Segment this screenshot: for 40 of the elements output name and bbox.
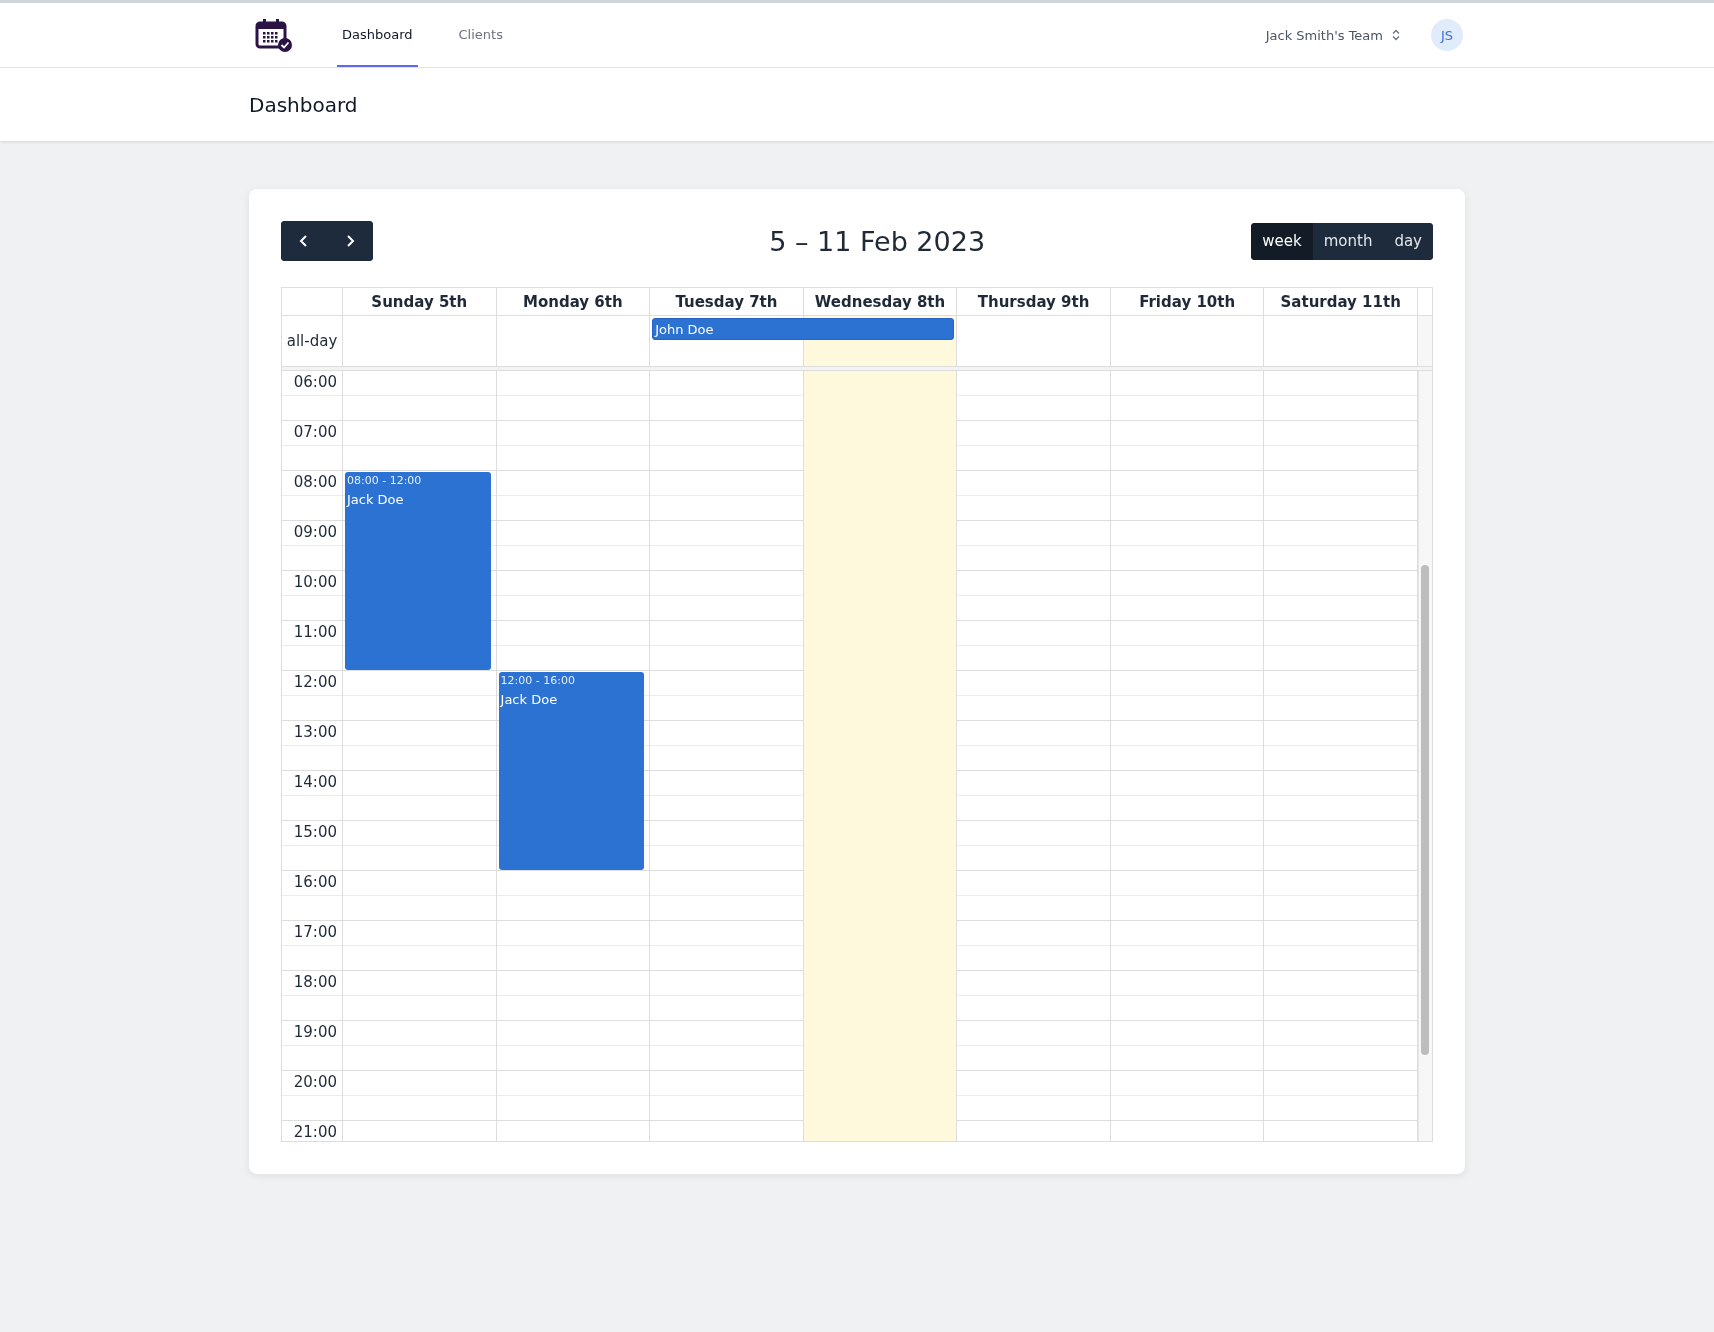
event-time: 12:00 - 16:00 xyxy=(500,674,576,687)
user-avatar[interactable]: JS xyxy=(1431,19,1463,51)
time-label: 17:00 xyxy=(293,923,337,941)
calendar-check-icon[interactable] xyxy=(255,17,293,53)
calendar-title: 5 – 11 Feb 2023 xyxy=(768,225,986,257)
time-label: 07:00 xyxy=(293,423,337,441)
time-label: 12:00 xyxy=(293,673,337,691)
page-title: Dashboard xyxy=(249,92,359,117)
time-label: 08:00 xyxy=(293,473,337,491)
day-header: Wednesday 8th xyxy=(814,292,946,311)
time-label: 14:00 xyxy=(293,773,337,791)
day-header: Tuesday 7th xyxy=(675,292,778,311)
time-label: 06:00 xyxy=(293,373,337,391)
event-time: 08:00 - 12:00 xyxy=(347,474,423,487)
day-header: Thursday 9th xyxy=(977,292,1090,311)
time-label: 21:00 xyxy=(293,1123,337,1141)
time-label: 09:00 xyxy=(293,523,337,541)
chevron-updown-icon xyxy=(1391,29,1401,41)
team-selector[interactable]: Jack Smith's Team xyxy=(1259,3,1407,67)
all-day-event[interactable]: John Doe xyxy=(652,318,955,340)
time-label: 20:00 xyxy=(293,1073,337,1091)
day-header: Monday 6th xyxy=(523,292,623,311)
all-day-label: all-day xyxy=(286,332,338,350)
time-label: 13:00 xyxy=(293,723,337,741)
time-label: 10:00 xyxy=(293,573,337,591)
event-block[interactable]: 12:00 - 16:00 Jack Doe xyxy=(498,672,645,870)
time-label: 18:00 xyxy=(293,973,337,991)
time-label: 15:00 xyxy=(293,823,337,841)
time-label: 16:00 xyxy=(293,873,337,891)
event-title: Jack Doe xyxy=(347,492,405,507)
time-label: 19:00 xyxy=(293,1023,337,1041)
day-header: Sunday 5th xyxy=(371,292,468,311)
day-header: Friday 10th xyxy=(1139,292,1236,311)
nav-tab[interactable]: Clients xyxy=(453,3,508,67)
event-block[interactable]: 08:00 - 12:00 Jack Doe xyxy=(345,472,491,670)
scrollbar[interactable] xyxy=(1418,371,1432,1141)
time-label: 11:00 xyxy=(293,623,337,641)
view-button[interactable]: week xyxy=(1251,222,1313,260)
day-header: Saturday 11th xyxy=(1280,292,1401,311)
event-title: Jack Doe xyxy=(500,692,559,707)
